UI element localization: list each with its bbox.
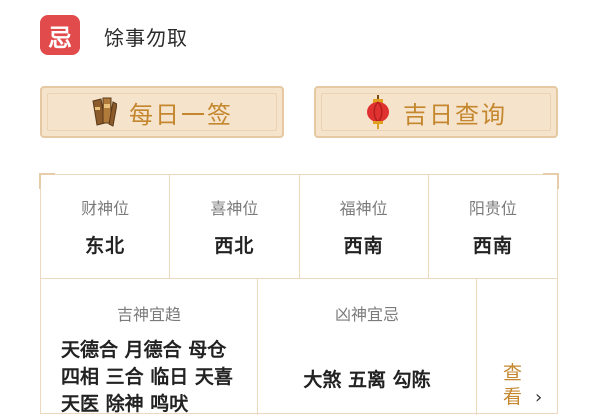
deity-position-card: 财神位 东北 喜神位 西北 福神位 西南 阳贵位 西南 吉神宜趋 天德合 月德合… <box>39 173 559 415</box>
position-value: 西南 <box>472 235 513 257</box>
inauspicious-deities-title: 凶神宜忌 <box>334 305 399 324</box>
position-cell-noble: 阳贵位 西南 <box>429 175 557 278</box>
deity-row: 吉神宜趋 天德合 月德合 母仓 四相 三合 临日 天喜 天医 除神 鸣吠 凶神宜… <box>41 279 557 415</box>
auspicious-deities-line: 天医 除神 鸣吠 <box>61 393 189 415</box>
inauspicious-deities-list: 大煞 五离 勾陈 <box>303 369 431 391</box>
position-cell-fortune: 福神位 西南 <box>300 175 429 278</box>
position-label: 喜神位 <box>210 199 259 218</box>
view-more-button[interactable]: 查看 › <box>477 279 557 415</box>
position-label: 阳贵位 <box>468 199 517 218</box>
position-value: 西北 <box>214 235 255 257</box>
position-cell-joy: 喜神位 西北 <box>170 175 300 278</box>
deity-position-row: 财神位 东北 喜神位 西北 福神位 西南 阳贵位 西南 <box>41 175 557 278</box>
position-label: 财神位 <box>81 199 130 218</box>
app-header: 忌 馀事勿取 <box>0 0 600 70</box>
auspicious-deities-list: 天德合 月德合 母仓 四相 三合 临日 天喜 天医 除神 鸣吠 <box>61 337 233 418</box>
fortune-sticks-icon <box>92 97 117 127</box>
auspicious-deities-title: 吉神宜趋 <box>116 305 181 324</box>
auspicious-deities-line: 天德合 月德合 母仓 <box>61 339 227 361</box>
position-cell-wealth: 财神位 东北 <box>41 175 171 278</box>
position-label: 福神位 <box>339 199 388 218</box>
header-title: 馀事勿取 <box>104 26 188 50</box>
daily-fortune-label: 每日一签 <box>129 100 233 129</box>
inauspicious-deities-panel: 凶神宜忌 大煞 五离 勾陈 <box>258 279 477 415</box>
auspicious-deities-panel: 吉神宜趋 天德合 月德合 母仓 四相 三合 临日 天喜 天医 除神 鸣吠 <box>41 279 258 415</box>
auspicious-deities-line: 四相 三合 临日 天喜 <box>61 366 233 388</box>
app-logo-icon: 忌 <box>40 15 80 55</box>
daily-fortune-button[interactable]: 每日一签 <box>40 86 284 138</box>
lantern-icon <box>367 95 389 129</box>
position-value: 西南 <box>343 235 384 257</box>
view-more-label: 查看 <box>503 362 523 408</box>
auspicious-day-button[interactable]: 吉日查询 <box>314 86 558 138</box>
position-value: 东北 <box>85 235 126 257</box>
chevron-right-icon: › <box>535 387 543 408</box>
auspicious-day-label: 吉日查询 <box>403 100 507 129</box>
